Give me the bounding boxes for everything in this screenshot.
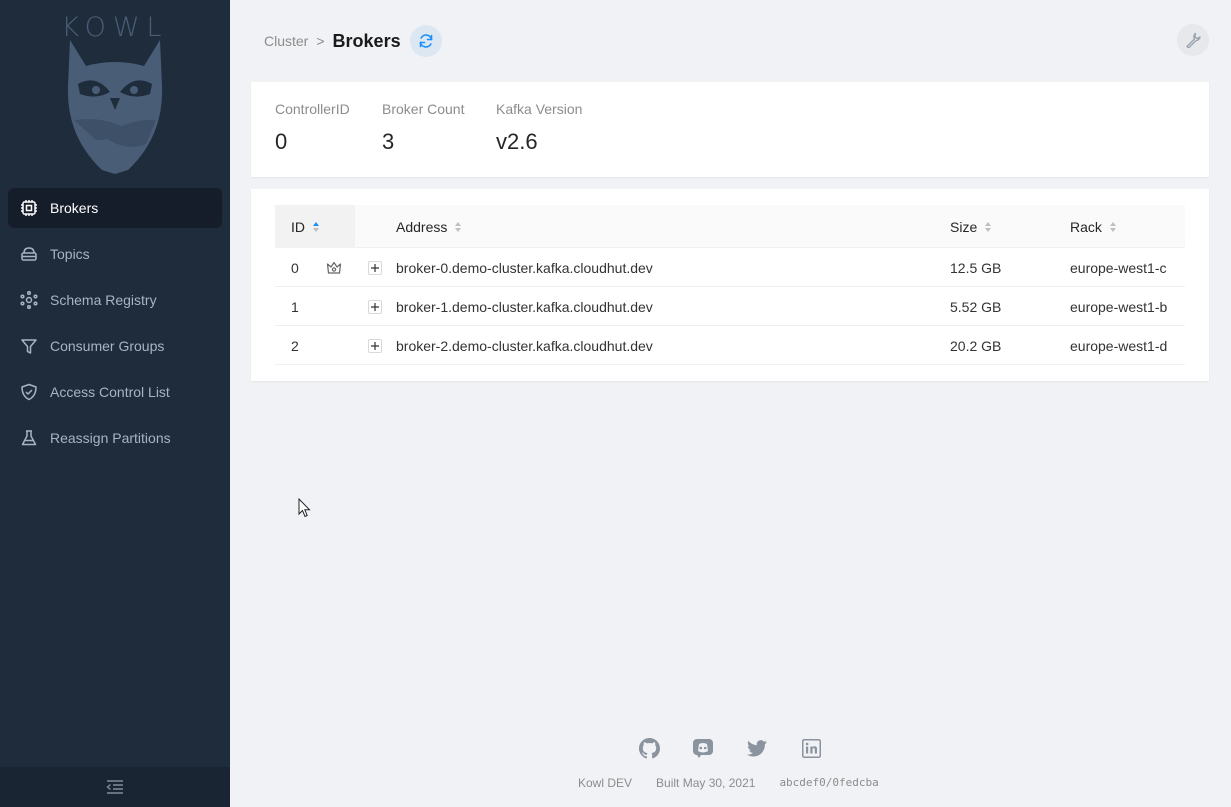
database-icon: [20, 245, 38, 263]
row-expand-button[interactable]: [368, 326, 382, 365]
footer-build-date: Built May 30, 2021: [656, 776, 756, 790]
cell-id: 1: [291, 298, 299, 315]
column-header-label: Address: [396, 218, 448, 235]
column-header-label: Size: [950, 218, 978, 235]
stat-value: 3: [382, 129, 395, 154]
linkedin-icon[interactable]: [800, 737, 822, 759]
sort-icon: [313, 221, 319, 232]
logo-text: KOWL: [61, 12, 169, 43]
sort-icon: [455, 221, 462, 232]
brokers-table: ID Address Size Rack 0 broker-0.demo-clu…: [275, 205, 1185, 365]
discord-icon[interactable]: [692, 737, 714, 759]
column-header-rack[interactable]: Rack: [1070, 205, 1116, 248]
cell-address: broker-2.demo-cluster.kafka.cloudhut.dev: [396, 337, 653, 354]
sidebar-item-topics[interactable]: Topics: [8, 234, 222, 274]
stat-label: Kafka Version: [496, 101, 583, 117]
table-row[interactable]: 1 broker-1.demo-cluster.kafka.cloudhut.d…: [275, 287, 1185, 326]
footer-edition: Kowl DEV: [578, 776, 633, 790]
wrench-icon: [1186, 32, 1201, 48]
cluster-stats-card: ControllerID 0 Broker Count 3 Kafka Vers…: [251, 82, 1209, 177]
column-header-id[interactable]: ID: [291, 205, 319, 248]
column-header-address[interactable]: Address: [396, 205, 462, 248]
column-header-label: ID: [291, 218, 305, 235]
cell-size: 5.52 GB: [950, 298, 1002, 315]
stat-broker-count: Broker Count 3: [382, 101, 464, 155]
footer-build-info: Kowl DEV Built May 30, 2021 abcdef0/0fed…: [578, 776, 903, 790]
page-title: Brokers: [332, 30, 401, 51]
github-icon[interactable]: [638, 737, 660, 759]
sidebar-item-access-control-list[interactable]: Access Control List: [8, 372, 222, 412]
main-content: Cluster > Brokers ControllerID 0 Broker …: [230, 0, 1231, 807]
cell-size: 12.5 GB: [950, 259, 1002, 276]
sidebar-item-label: Consumer Groups: [50, 338, 165, 354]
sidebar-collapse-button[interactable]: [0, 767, 230, 807]
twitter-icon[interactable]: [746, 737, 768, 759]
sidebar-item-brokers[interactable]: Brokers: [8, 188, 222, 228]
sort-icon: [985, 221, 992, 232]
refresh-button[interactable]: [409, 25, 442, 57]
sidebar-item-label: Schema Registry: [50, 292, 157, 308]
mouse-cursor-icon: [298, 498, 311, 518]
stat-value: 0: [275, 129, 288, 154]
kowl-logo[interactable]: KOWL: [0, 0, 230, 180]
cell-rack: europe-west1-c: [1070, 259, 1167, 276]
sidebar-item-label: Access Control List: [50, 384, 170, 400]
filter-icon: [20, 337, 38, 355]
footer-social-links: [638, 737, 854, 759]
refresh-icon: [419, 34, 432, 48]
table-header: ID Address Size Rack: [275, 205, 1185, 248]
owl-logo-icon: [67, 40, 163, 174]
sidebar-item-label: Topics: [50, 246, 90, 262]
cell-size: 20.2 GB: [950, 337, 1002, 354]
schema-icon: [20, 291, 38, 309]
cell-rack: europe-west1-d: [1070, 337, 1168, 354]
stat-value: v2.6: [496, 129, 538, 154]
cell-address: broker-0.demo-cluster.kafka.cloudhut.dev: [396, 259, 653, 276]
sidebar-nav: Brokers Topics Schema Registry Consumer …: [8, 188, 222, 464]
cell-id: 0: [291, 259, 299, 276]
sidebar-item-label: Brokers: [50, 200, 99, 216]
row-expand-button[interactable]: [368, 287, 382, 326]
beaker-icon: [20, 429, 38, 447]
column-header-size[interactable]: Size: [950, 205, 992, 248]
stat-controller-id: ControllerID 0: [275, 101, 350, 155]
brokers-table-card: ID Address Size Rack 0 broker-0.demo-clu…: [251, 189, 1209, 381]
stat-label: Broker Count: [382, 101, 465, 117]
table-row[interactable]: 2 broker-2.demo-cluster.kafka.cloudhut.d…: [275, 326, 1185, 365]
cell-rack: europe-west1-b: [1070, 298, 1168, 315]
cell-address: broker-1.demo-cluster.kafka.cloudhut.dev: [396, 298, 653, 315]
breadcrumb-cluster-link[interactable]: Cluster: [264, 33, 308, 49]
sidebar-item-reassign-partitions[interactable]: Reassign Partitions: [8, 418, 222, 458]
row-expand-button[interactable]: [368, 248, 382, 287]
controller-crown-icon: [326, 248, 342, 287]
footer-commit-hash: abcdef0/0fedcba: [779, 776, 879, 789]
stat-kafka-version: Kafka Version v2.6: [496, 101, 582, 155]
sidebar-item-schema-registry[interactable]: Schema Registry: [8, 280, 222, 320]
sidebar-item-consumer-groups[interactable]: Consumer Groups: [8, 326, 222, 366]
menu-collapse-icon: [106, 780, 123, 794]
sidebar-item-label: Reassign Partitions: [50, 430, 171, 446]
settings-button[interactable]: [1177, 24, 1209, 56]
table-row[interactable]: 0 broker-0.demo-cluster.kafka.cloudhut.d…: [275, 248, 1185, 287]
sort-icon: [1109, 221, 1116, 232]
breadcrumb: Cluster > Brokers: [264, 24, 442, 58]
cpu-icon: [20, 199, 38, 217]
column-header-label: Rack: [1070, 218, 1102, 235]
cell-id: 2: [291, 337, 299, 354]
shield-check-icon: [20, 383, 38, 401]
breadcrumb-separator: >: [316, 33, 325, 49]
sidebar: KOWL Brokers Topics Schema Registry Cons…: [0, 0, 230, 807]
stat-label: ControllerID: [275, 101, 350, 117]
